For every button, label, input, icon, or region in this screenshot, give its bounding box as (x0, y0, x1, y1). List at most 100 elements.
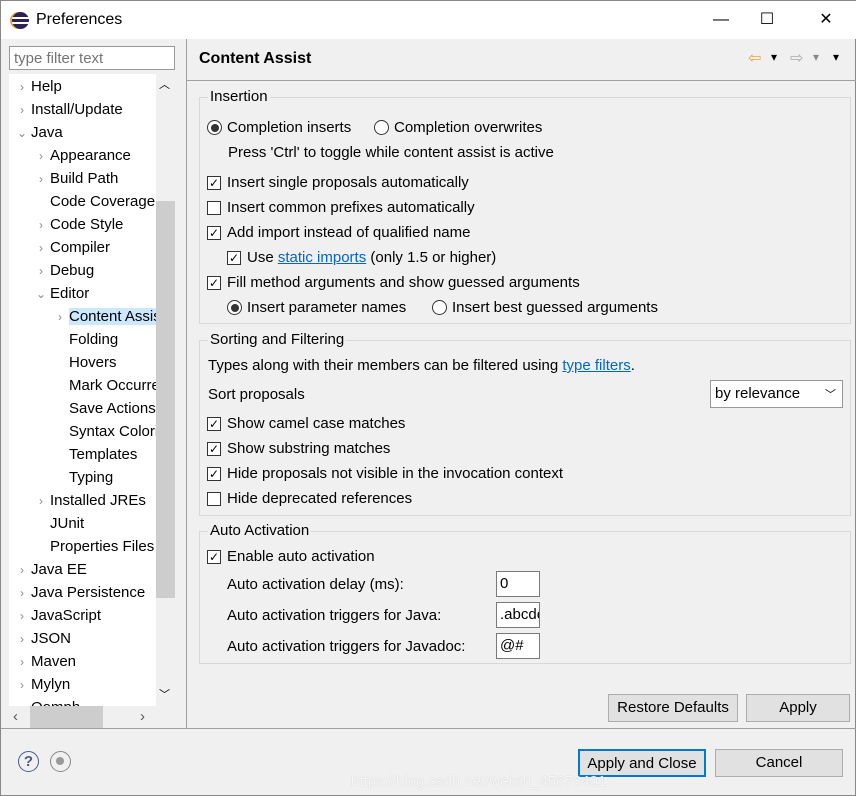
tree-item[interactable]: Properties Files Editor (32, 535, 156, 558)
tree-item[interactable]: › Compiler (32, 236, 110, 259)
hscroll-thumb[interactable] (30, 706, 103, 728)
tree-item[interactable]: › JSON (13, 627, 71, 650)
hide-deprecated-checkbox[interactable]: Hide deprecated references (207, 490, 412, 507)
cancel-button[interactable]: Cancel (715, 749, 843, 777)
chevron-icon[interactable]: › (32, 214, 50, 237)
tree-item[interactable]: ⌄ Editor (32, 282, 89, 305)
use-static-imports-checkbox[interactable]: ✓ Use static imports (only 1.5 or higher) (227, 249, 496, 266)
apply-button[interactable]: Apply (746, 694, 850, 722)
tree-item-label: Java EE (31, 561, 87, 578)
back-menu-icon[interactable]: ▾ (771, 50, 777, 64)
add-import-checkbox[interactable]: ✓ Add import instead of qualified name (207, 224, 470, 241)
insert-parameter-names-radio[interactable]: Insert parameter names (227, 299, 406, 316)
scroll-thumb[interactable] (156, 201, 175, 598)
tree-item[interactable]: Folding (51, 328, 118, 351)
tree-item-label: Debug (50, 262, 95, 279)
chevron-icon[interactable]: › (13, 651, 31, 674)
static-imports-link[interactable]: static imports (278, 249, 366, 266)
tree-item[interactable]: › Content Assist (51, 305, 156, 328)
watermark: https://blog.csdn.net/weixin_45673401 (351, 773, 607, 790)
view-menu-icon[interactable]: ▾ (833, 50, 839, 64)
delay-input[interactable]: 0 (496, 571, 540, 597)
tree-item-label: JUnit (50, 515, 85, 532)
scroll-left-icon[interactable]: ‹ (13, 708, 18, 725)
tree-item[interactable]: Code Coverage (32, 190, 155, 213)
delay-label: Auto activation delay (ms): (227, 576, 404, 593)
insert-prefixes-checkbox[interactable]: Insert common prefixes automatically (207, 199, 475, 216)
camel-case-checkbox[interactable]: ✓ Show camel case matches (207, 415, 405, 432)
tree-item[interactable]: › Code Style (32, 213, 123, 236)
java-triggers-input[interactable]: .abcdefghijklmnopqrstuvwxyz (496, 602, 540, 628)
tree-item[interactable]: › Install/Update (13, 98, 123, 121)
preference-tree[interactable]: › Help › Install/Update ⌄ Java › Appearance › Bui… (9, 74, 156, 706)
tree-item[interactable]: Mark Occurrences (51, 374, 156, 397)
tree-item[interactable]: Save Actions (51, 397, 156, 420)
fill-arguments-checkbox[interactable]: ✓ Fill method arguments and show guessed … (207, 274, 580, 291)
tree-vertical-scrollbar[interactable]: ︿ ﹀ (156, 74, 175, 706)
insert-single-checkbox[interactable]: ✓ Insert single proposals automatically (207, 174, 469, 191)
tree-item[interactable]: › Installed JREs (32, 489, 146, 512)
chevron-icon[interactable]: › (13, 628, 31, 651)
chevron-icon[interactable]: › (32, 260, 50, 283)
chevron-icon[interactable]: › (13, 99, 31, 122)
tree-item[interactable]: Hovers (51, 351, 117, 374)
tree-item[interactable]: ⌄ Java (13, 121, 63, 144)
chevron-icon[interactable]: › (32, 145, 50, 168)
javadoc-triggers-input[interactable]: @# (496, 633, 540, 659)
chevron-icon[interactable]: › (13, 582, 31, 605)
tree-item[interactable]: › Mylyn (13, 673, 70, 696)
toggle-hint: Press 'Ctrl' to toggle while content ass… (228, 144, 554, 161)
tree-item[interactable]: › Java Persistence (13, 581, 145, 604)
chevron-icon[interactable]: ⌄ (32, 283, 50, 306)
completion-inserts-radio[interactable]: Completion inserts (207, 119, 351, 136)
tree-item-label: Compiler (50, 239, 111, 256)
tree-item[interactable]: › Appearance (32, 144, 131, 167)
minimize-button[interactable]: — (698, 5, 744, 35)
chevron-icon[interactable]: › (32, 237, 50, 260)
checkbox-label: Insert common prefixes automatically (227, 199, 475, 216)
tree-item[interactable]: › Debug (32, 259, 94, 282)
chevron-icon[interactable]: › (51, 306, 69, 329)
chevron-icon[interactable]: ⌄ (13, 122, 31, 145)
sort-proposals-select[interactable]: by relevance ﹀ (710, 380, 843, 408)
chevron-icon[interactable]: › (13, 76, 31, 99)
tree-item[interactable]: › Build Path (32, 167, 118, 190)
tree-item[interactable]: Templates (51, 443, 137, 466)
insertion-label: Insertion (208, 88, 270, 105)
chevron-icon[interactable]: › (13, 559, 31, 582)
completion-overwrites-radio[interactable]: Completion overwrites (374, 119, 542, 136)
restore-defaults-button[interactable]: Restore Defaults (608, 694, 738, 722)
tree-item[interactable]: › Help (13, 75, 62, 98)
chevron-icon[interactable]: › (13, 674, 31, 697)
maximize-button[interactable]: ☐ (744, 5, 790, 35)
scroll-right-icon[interactable]: › (140, 708, 145, 725)
chevron-icon[interactable]: › (13, 605, 31, 628)
tree-item[interactable]: Syntax Coloring (51, 420, 156, 443)
tree-item[interactable]: › Java EE (13, 558, 87, 581)
forward-icon[interactable]: ⇨ (790, 48, 803, 68)
chevron-icon[interactable]: › (32, 168, 50, 191)
page-title: Content Assist (199, 50, 312, 67)
filter-input[interactable] (9, 46, 175, 70)
tree-item[interactable]: Typing (51, 466, 113, 489)
hide-invisible-checkbox[interactable]: ✓ Hide proposals not visible in the invoc… (207, 465, 563, 482)
insert-best-guessed-radio[interactable]: Insert best guessed arguments (432, 299, 658, 316)
tree-item[interactable]: › Maven (13, 650, 76, 673)
tree-horizontal-scrollbar[interactable]: ‹ › (9, 706, 175, 728)
tree-item[interactable]: ›Oomph (13, 696, 80, 706)
substring-checkbox[interactable]: ✓ Show substring matches (207, 440, 390, 457)
tree-item[interactable]: › JavaScript (13, 604, 101, 627)
import-export-icon[interactable] (50, 751, 71, 772)
chevron-icon[interactable]: › (32, 490, 50, 513)
tree-item-label: Java (31, 124, 63, 141)
enable-auto-activation-checkbox[interactable]: ✓ Enable auto activation (207, 548, 375, 565)
type-filters-link[interactable]: type filters (562, 357, 630, 374)
tree-item[interactable]: JUnit (32, 512, 84, 535)
forward-menu-icon[interactable]: ▾ (813, 50, 819, 64)
scroll-up-icon[interactable]: ︿ (159, 76, 170, 92)
chevron-icon[interactable]: › (13, 697, 31, 706)
back-icon[interactable]: ⇦ (748, 48, 761, 68)
scroll-down-icon[interactable]: ﹀ (159, 686, 170, 702)
help-icon[interactable]: ? (18, 751, 39, 772)
close-button[interactable]: ✕ (803, 5, 849, 35)
